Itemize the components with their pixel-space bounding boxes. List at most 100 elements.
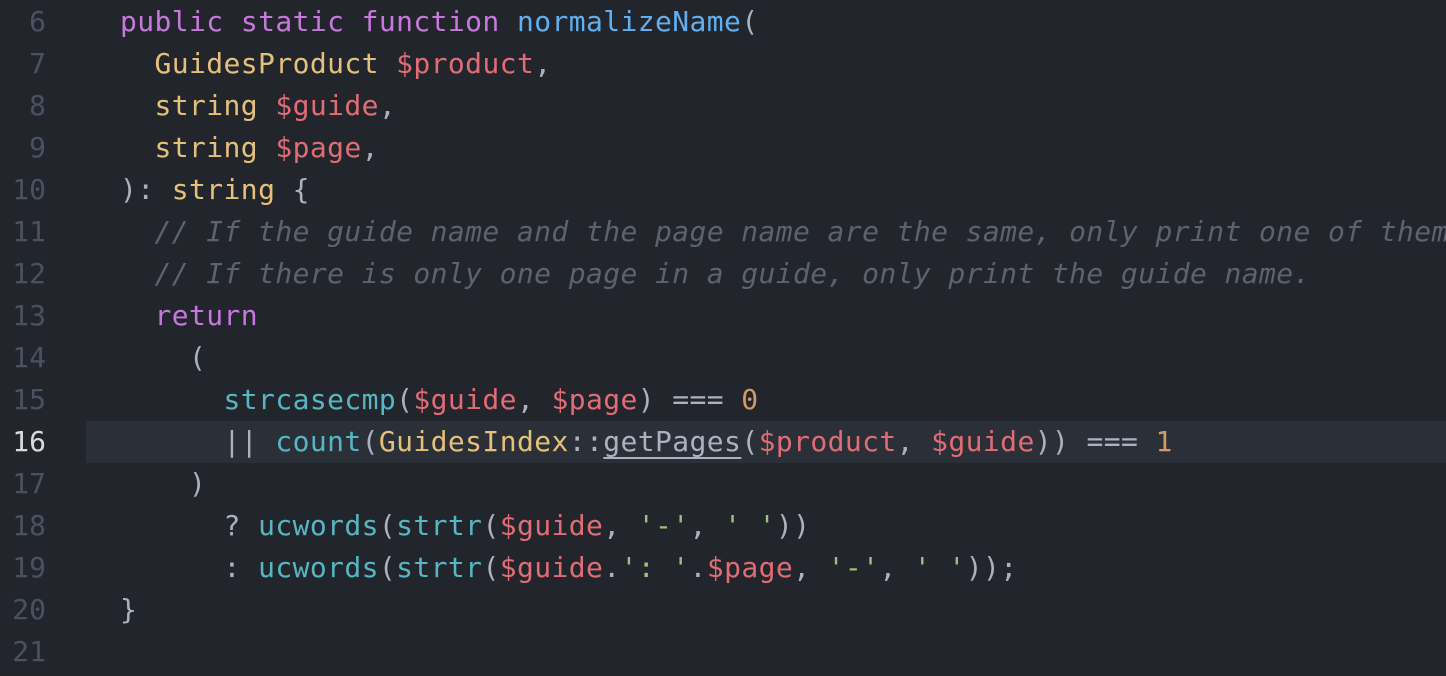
line-number: 17 bbox=[12, 467, 46, 500]
code-line[interactable]: 10 ): string { bbox=[0, 169, 1446, 211]
code-token: static bbox=[240, 5, 345, 38]
code-token: ( bbox=[396, 383, 414, 416]
code-line[interactable]: 16 || count(GuidesIndex::getPages($produ… bbox=[0, 421, 1446, 463]
code-text[interactable]: public static function normalizeName( bbox=[120, 1, 759, 43]
code-token: , bbox=[534, 47, 552, 80]
code-token: public bbox=[120, 5, 224, 38]
code-token: ) === bbox=[637, 383, 742, 416]
code-token: count bbox=[275, 425, 362, 458]
code-token: '-' bbox=[637, 509, 690, 542]
code-text[interactable]: // If the guide name and the page name a… bbox=[120, 211, 1446, 253]
code-token: ucwords bbox=[258, 509, 379, 542]
code-text[interactable]: GuidesProduct $product, bbox=[120, 43, 552, 85]
code-line[interactable]: 17 ) bbox=[0, 463, 1446, 505]
code-text[interactable]: ) bbox=[120, 463, 206, 505]
code-text[interactable]: } bbox=[120, 589, 137, 631]
code-token: strcasecmp bbox=[223, 383, 397, 416]
code-token: ': ' bbox=[620, 551, 690, 584]
code-token: , bbox=[361, 131, 379, 164]
code-token: , bbox=[603, 509, 638, 542]
code-token: ( bbox=[120, 341, 207, 374]
line-number: 10 bbox=[12, 173, 46, 206]
code-token: )) === bbox=[1034, 425, 1156, 458]
line-number: 13 bbox=[12, 299, 46, 332]
code-token: ( bbox=[482, 551, 500, 584]
code-line[interactable]: 7 GuidesProduct $product, bbox=[0, 43, 1446, 85]
code-token: , bbox=[896, 425, 932, 458]
code-token: ucwords bbox=[258, 551, 379, 584]
code-line[interactable]: 13 return bbox=[0, 295, 1446, 337]
code-text[interactable]: : ucwords(strtr($guide.': '.$page, '-', … bbox=[120, 547, 1018, 589]
code-token: $product bbox=[758, 425, 897, 458]
code-token: ): bbox=[120, 173, 172, 206]
code-token: string bbox=[154, 131, 259, 164]
code-token: strtr bbox=[396, 551, 483, 584]
line-number: 15 bbox=[12, 383, 46, 416]
line-number: 8 bbox=[29, 89, 46, 122]
code-text[interactable]: || count(GuidesIndex::getPages($product,… bbox=[120, 421, 1173, 463]
code-token: '-' bbox=[827, 551, 880, 584]
code-token: , bbox=[879, 551, 914, 584]
code-line[interactable]: 6 public static function normalizeName( bbox=[0, 1, 1446, 43]
code-token: , bbox=[689, 509, 725, 542]
code-line[interactable]: 9 string $page, bbox=[0, 127, 1446, 169]
code-token: function bbox=[361, 5, 500, 38]
code-token: , bbox=[378, 89, 397, 122]
code-line[interactable]: 8 string $guide, bbox=[0, 85, 1446, 127]
code-line[interactable]: 12 // If there is only one page in a gui… bbox=[0, 253, 1446, 295]
code-token: , bbox=[793, 551, 828, 584]
code-text[interactable]: return bbox=[120, 295, 258, 337]
code-text[interactable]: ( bbox=[120, 337, 206, 379]
code-token: getPages bbox=[603, 425, 742, 458]
code-token: $page bbox=[706, 551, 794, 584]
code-line[interactable]: 14 ( bbox=[0, 337, 1446, 379]
code-line[interactable]: 18 ? ucwords(strtr($guide, '-', ' ')) bbox=[0, 505, 1446, 547]
code-line[interactable]: 15 strcasecmp($guide, $page) === 0 bbox=[0, 379, 1446, 421]
code-line[interactable]: 11 // If the guide name and the page nam… bbox=[0, 211, 1446, 253]
code-token: ( bbox=[378, 509, 397, 542]
code-text[interactable]: strcasecmp($guide, $page) === 0 bbox=[120, 379, 759, 421]
code-text[interactable]: string $page, bbox=[120, 127, 379, 169]
code-token: $product bbox=[396, 47, 535, 80]
code-token: string bbox=[154, 89, 259, 122]
code-token: 0 bbox=[741, 383, 759, 416]
code-text[interactable]: ): string { bbox=[120, 169, 310, 211]
code-token: $guide bbox=[413, 383, 517, 416]
code-token: // If there is only one page in a guide,… bbox=[120, 257, 1311, 290]
code-token: || bbox=[120, 425, 276, 458]
code-editor[interactable]: 6 public static function normalizeName(7 … bbox=[0, 0, 1446, 676]
code-token: ( bbox=[741, 425, 759, 458]
code-token: string bbox=[171, 173, 276, 206]
code-text[interactable]: // If there is only one page in a guide,… bbox=[120, 253, 1311, 295]
code-line[interactable]: 20} bbox=[0, 589, 1446, 631]
line-number: 20 bbox=[12, 593, 46, 626]
code-line[interactable]: 21 bbox=[0, 631, 1446, 673]
code-token: . bbox=[603, 551, 621, 584]
code-text[interactable]: string $guide, bbox=[120, 85, 396, 127]
code-token: $page bbox=[551, 383, 638, 416]
code-token: GuidesProduct bbox=[154, 47, 379, 80]
code-token: $guide bbox=[931, 425, 1035, 458]
code-token: :: bbox=[568, 425, 604, 458]
line-number: 16 bbox=[12, 425, 46, 458]
code-token: )); bbox=[965, 551, 1018, 584]
line-number: 18 bbox=[12, 509, 46, 542]
code-token: . bbox=[689, 551, 707, 584]
code-token: , bbox=[516, 383, 552, 416]
code-token: )) bbox=[775, 509, 811, 542]
code-text[interactable]: ? ucwords(strtr($guide, '-', ' ')) bbox=[120, 505, 810, 547]
line-number: 11 bbox=[12, 215, 46, 248]
code-token: ' ' bbox=[913, 551, 966, 584]
code-token: ' ' bbox=[724, 509, 776, 542]
code-line[interactable]: 19 : ucwords(strtr($guide.': '.$page, '-… bbox=[0, 547, 1446, 589]
code-token: $page bbox=[275, 131, 362, 164]
